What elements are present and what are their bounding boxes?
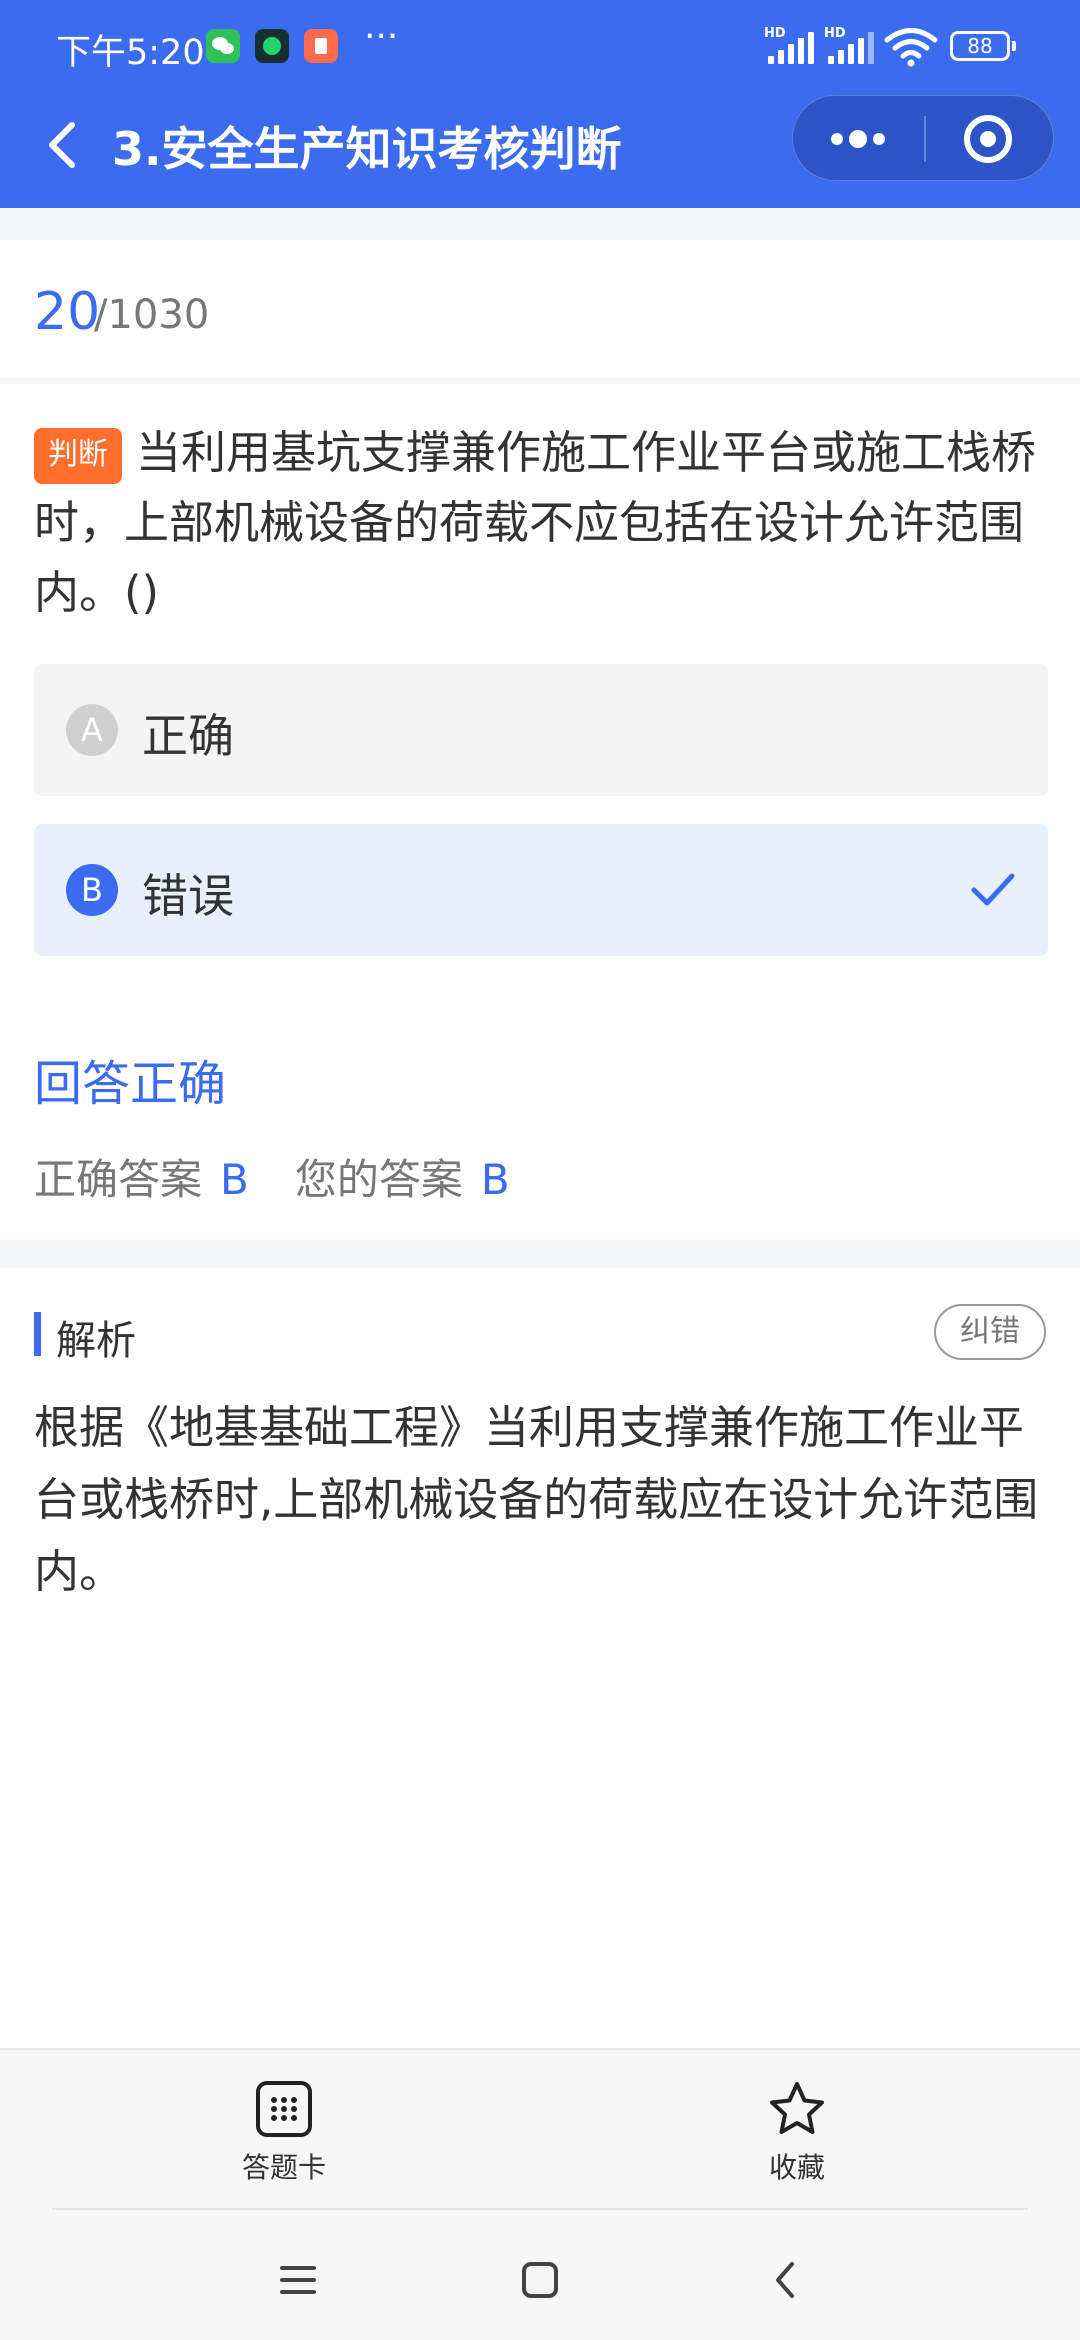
option-a[interactable]: A 正确 [34, 664, 1048, 796]
menu-icon[interactable] [268, 2250, 328, 2310]
nav-bar: 3.安全生产知识考核判断 [0, 95, 1080, 208]
question-text-block: 判断 当利用基坑支撑兼作施工作业平台或施工栈桥时，上部机械设备的荷载不应包括在设计… [34, 418, 1054, 628]
home-icon[interactable] [510, 2250, 570, 2310]
favorite-label: 收藏 [768, 2151, 825, 2184]
question-type-tag: 判断 [34, 428, 122, 484]
app-notification-icon [255, 29, 289, 63]
system-navigation-bar [0, 2210, 1080, 2340]
option-letter: B [66, 864, 118, 916]
total-question-count: /1030 [94, 292, 210, 338]
answer-result-status: 回答正确 [34, 1056, 227, 1112]
clipboard-notification-icon [304, 29, 338, 63]
option-letter: A [66, 704, 118, 756]
signal-icon-2: HD [824, 26, 876, 64]
signal-icon: HD [764, 26, 816, 64]
option-text: 错误 [142, 869, 234, 923]
battery-icon: 88 [950, 31, 1016, 61]
section-accent-bar [34, 1312, 41, 1356]
wifi-icon [884, 28, 938, 67]
analysis-title: 解析 [56, 1318, 136, 1364]
option-text: 正确 [142, 709, 234, 763]
star-icon [770, 2082, 824, 2134]
mini-program-capsule [792, 95, 1054, 181]
answer-card-label: 答题卡 [241, 2151, 326, 2184]
your-answer-value: B [480, 1155, 510, 1204]
bottom-toolbar: 答题卡 收藏 [0, 2048, 1080, 2210]
more-icon[interactable] [793, 96, 923, 182]
back-nav-icon[interactable] [756, 2250, 816, 2310]
header: 下午5:20 ··· HD HD 88 3.安全生产知识考核判断 [0, 0, 1080, 208]
wechat-icon [206, 29, 240, 63]
close-mini-program-icon[interactable] [926, 96, 1054, 182]
correct-answer-value: B [220, 1155, 249, 1204]
correct-answer-label: 正确答案 [34, 1155, 203, 1204]
grid-icon [256, 2081, 312, 2137]
current-question-number: 20 [34, 282, 101, 342]
back-icon[interactable] [38, 115, 88, 175]
question-text: 当利用基坑支撑兼作施工作业平台或施工栈桥时，上部机械设备的荷载不应包括在设计允许… [34, 426, 1037, 619]
analysis-section: 解析 纠错 根据《地基基础工程》当利用支撑兼作施工作业平台或栈桥时,上部机械设备… [0, 1268, 1080, 2048]
question-progress: 20 /1030 [0, 240, 1080, 378]
your-answer-label: 您的答案 [294, 1155, 463, 1204]
status-time: 下午5:20 [56, 33, 205, 73]
option-b[interactable]: B 错误 [34, 824, 1048, 956]
checkmark-icon [971, 873, 1015, 906]
more-notifications-icon: ··· [364, 16, 399, 57]
answer-card-button[interactable]: 答题卡 [184, 2080, 384, 2200]
favorite-button[interactable]: 收藏 [697, 2080, 897, 2200]
question-card: 判断 当利用基坑支撑兼作施工作业平台或施工栈桥时，上部机械设备的荷载不应包括在设计… [0, 384, 1080, 1240]
status-bar: 下午5:20 ··· HD HD 88 [0, 0, 1080, 95]
answer-summary: 正确答案 B 您的答案 B [34, 1146, 510, 1207]
report-error-button[interactable]: 纠错 [934, 1304, 1046, 1360]
analysis-text: 根据《地基基础工程》当利用支撑兼作施工作业平台或栈桥时,上部机械设备的荷载应在设… [34, 1401, 1039, 1598]
page-title: 3.安全生产知识考核判断 [112, 122, 622, 176]
